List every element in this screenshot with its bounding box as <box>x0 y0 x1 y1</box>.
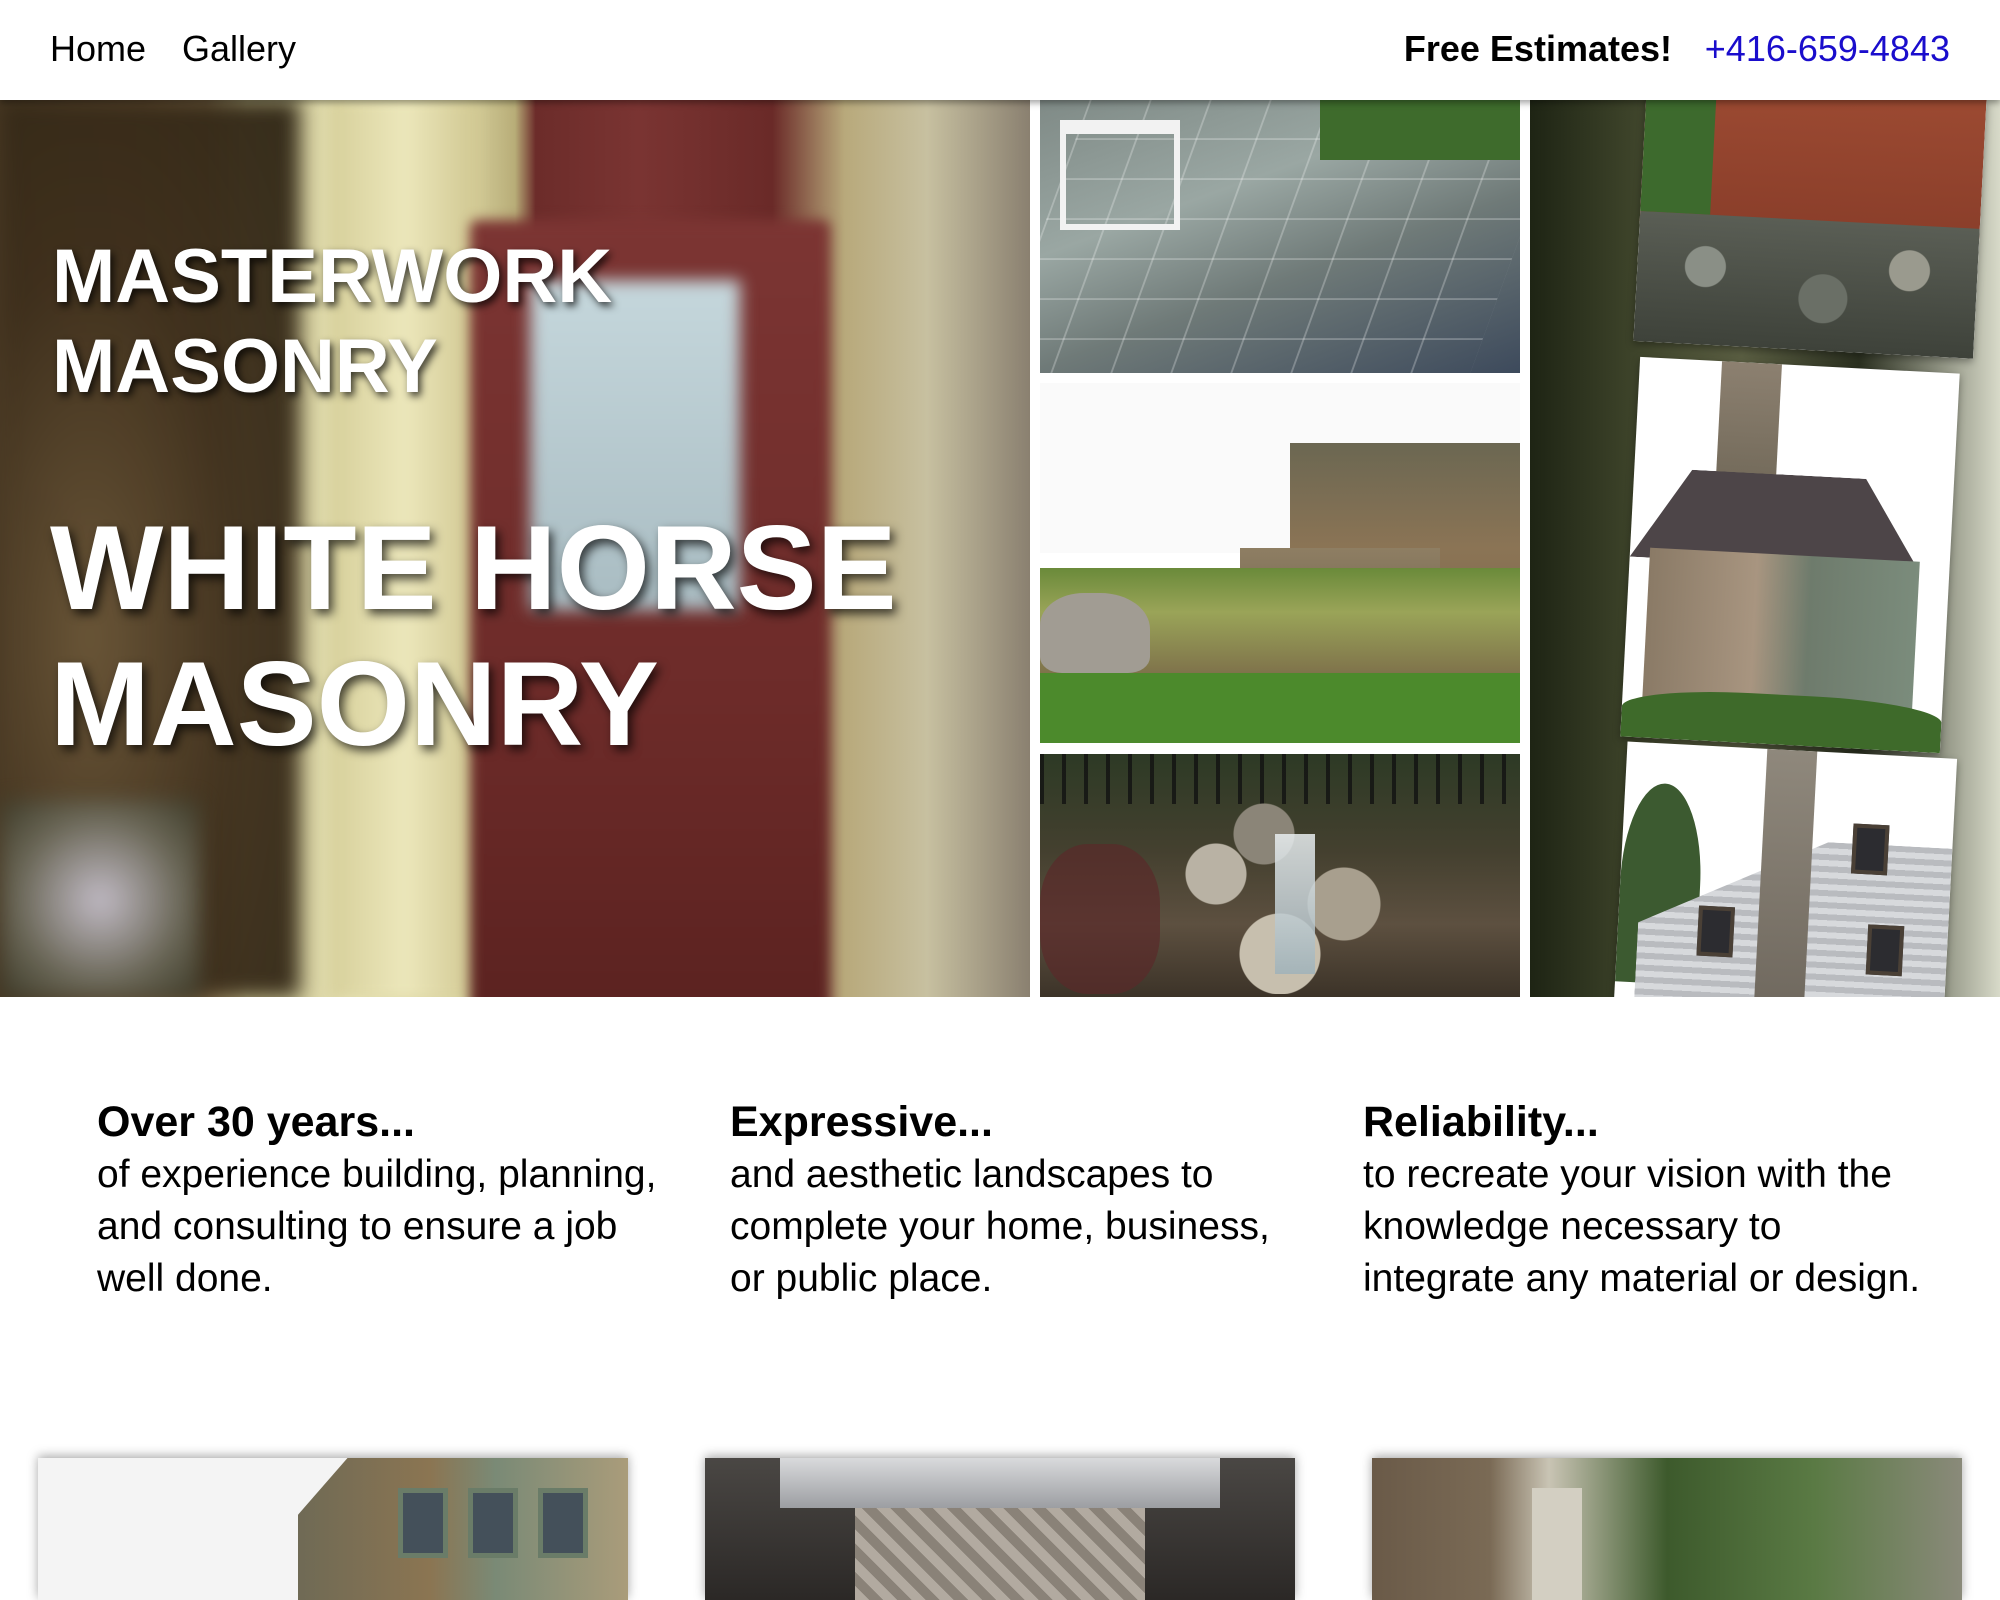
hero-background-photo: MASTERWORK MASONRY WHITE HORSE MASONRY <box>0 100 1030 997</box>
feature-experience: Over 30 years... of experience building,… <box>97 1095 657 1305</box>
hero-title: WHITE HORSE MASONRY <box>50 501 897 771</box>
hero-subtitle: MASTERWORK MASONRY <box>52 234 613 409</box>
photo-rock-garden-house <box>1040 383 1520 743</box>
feature-text: of experience building, planning, and co… <box>97 1153 657 1300</box>
photo-waterfall <box>1040 754 1520 997</box>
feature-text: to recreate your vision with the knowled… <box>1363 1153 1921 1300</box>
photo-stone-patio <box>1040 100 1520 373</box>
feature-title: Over 30 years... <box>97 1098 415 1146</box>
hero-photo-column <box>1030 100 1530 997</box>
nav-link-home[interactable]: Home <box>50 28 146 70</box>
feature-title: Expressive... <box>730 1098 993 1146</box>
feature-title: Reliability... <box>1363 1098 1599 1146</box>
free-estimates-label: Free Estimates! <box>1403 28 1672 69</box>
feature-expressive: Expressive... and aesthetic landscapes t… <box>730 1095 1290 1305</box>
hero-banner: MASTERWORK MASONRY WHITE HORSE MASONRY <box>0 100 2000 997</box>
photo-card-garden-path[interactable] <box>1372 1458 1962 1600</box>
feature-text: and aesthetic landscapes to complete you… <box>730 1153 1270 1300</box>
photo-stone-house-chimney <box>1620 356 1960 754</box>
nav-link-gallery[interactable]: Gallery <box>182 28 296 70</box>
photo-card-kitchen[interactable] <box>705 1458 1295 1600</box>
top-navigation-bar: Home Gallery Free Estimates! +416-659-48… <box>0 0 2000 100</box>
photo-brick-stone-wall <box>1633 100 1987 359</box>
photo-shingle-house-chimney <box>1612 741 1958 997</box>
hero-tilted-photo-strip <box>1530 100 2000 997</box>
phone-link[interactable]: +416-659-4843 <box>1705 28 1950 70</box>
feature-reliability: Reliability... to recreate your vision w… <box>1363 1095 1923 1305</box>
photo-card-house[interactable] <box>38 1458 628 1600</box>
